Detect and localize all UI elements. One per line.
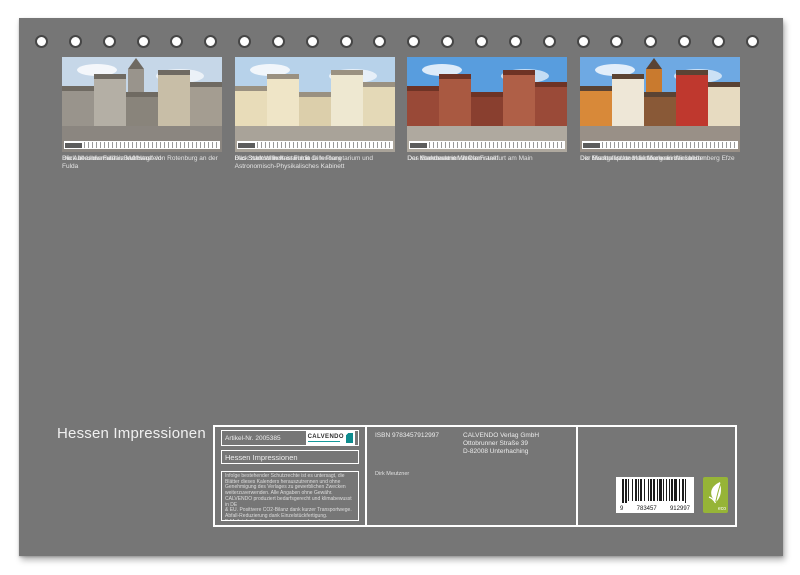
publisher-address: CALVENDO Verlag GmbH Ottobrunner Straße … <box>463 432 539 455</box>
calvendo-logo-book-icon <box>346 433 353 443</box>
thumbnail-grid: Der Lullusbrunnen in Bad Hersfeld Blick … <box>62 57 740 457</box>
calvendo-logo: CALVENDO <box>306 431 355 446</box>
thumbnail-caption: Die Alte Universität in Marburg <box>62 155 222 163</box>
barcode-digits: 9 783457 912997 <box>616 506 694 512</box>
calvendo-logo-tagline <box>308 441 341 443</box>
ean-barcode: 9 783457 912997 <box>616 477 694 513</box>
date-strip-days <box>84 142 219 148</box>
thumbnail-date-strip <box>409 141 565 149</box>
author-name: Dirk Meutzner <box>375 471 568 477</box>
publisher-street: Ottobrunner Straße 39 <box>463 440 539 448</box>
punch-hole <box>137 35 150 48</box>
punch-hole <box>746 35 759 48</box>
article-number: Artikel-Nr. 2005385 <box>225 435 281 442</box>
date-strip-month-label <box>238 143 255 148</box>
isbn-publisher-column: ISBN 9783457912997 CALVENDO Verlag GmbH … <box>367 427 578 525</box>
thumbnail-photo <box>407 57 567 152</box>
thumbnail-row: Die Alte Universität in Marburg Das Schl… <box>62 57 740 170</box>
barcode-digit-group: 783457 <box>637 506 657 512</box>
punch-hole <box>373 35 386 48</box>
punch-hole <box>678 35 691 48</box>
product-info-column: Artikel-Nr. 2005385 CALVENDO Hessen Impr… <box>215 427 367 525</box>
article-number-box: Artikel-Nr. 2005385 CALVENDO <box>221 430 359 446</box>
punch-hole <box>69 35 82 48</box>
punch-hole <box>509 35 522 48</box>
punch-hole <box>272 35 285 48</box>
date-strip-month-label <box>583 143 600 148</box>
calendar-thumbnail: Der Bischofsplatz in Limburg an der Lahn <box>580 57 740 170</box>
date-strip-days <box>257 142 392 148</box>
calendar-thumbnail: Die Alte Universität in Marburg <box>62 57 222 170</box>
publisher-info-box: Artikel-Nr. 2005385 CALVENDO Hessen Impr… <box>213 425 737 527</box>
date-strip-days <box>429 142 564 148</box>
publisher-name: CALVENDO Verlag GmbH <box>463 432 539 440</box>
publisher-city: D-82008 Unterhaching <box>463 448 539 456</box>
punch-hole <box>644 35 657 48</box>
leaf-icon <box>705 479 726 507</box>
thumbnail-date-strip <box>64 141 220 149</box>
thumbnail-photo <box>580 57 740 152</box>
thumbnail-date-strip <box>582 141 738 149</box>
punch-hole <box>610 35 623 48</box>
date-strip-month-label <box>65 143 82 148</box>
punch-hole <box>306 35 319 48</box>
date-strip-month-label <box>410 143 427 148</box>
punch-hole <box>340 35 353 48</box>
thumbnail-caption: Das Schloss in Kassel mit dem Planetariu… <box>235 155 395 170</box>
punch-hole <box>238 35 251 48</box>
isbn-number: ISBN 9783457912997 <box>375 432 463 455</box>
thumbnail-photo <box>62 57 222 152</box>
date-strip-days <box>602 142 737 148</box>
calendar-back-page: Der Lullusbrunnen in Bad Hersfeld Blick … <box>19 18 783 556</box>
barcode-column: 9 783457 912997 eco <box>578 427 735 525</box>
product-title-box: Hessen Impressionen <box>221 450 359 464</box>
punch-hole <box>441 35 454 48</box>
punch-hole <box>712 35 725 48</box>
thumbnail-date-strip <box>237 141 393 149</box>
eco-logo: eco <box>703 477 728 513</box>
calendar-thumbnail: Das Standesamt Mitte in Frankfurt am Mai… <box>407 57 567 170</box>
calendar-title: Hessen Impressionen <box>57 425 206 442</box>
barcode-digit-group: 912997 <box>670 506 690 512</box>
binding-punch-holes <box>35 35 759 48</box>
legal-line: E-Mail: info@calvendo.com • www.calvendo… <box>225 520 355 521</box>
legal-text-box: Infolge bestehender Schutzrechte ist es … <box>221 471 359 521</box>
thumbnail-caption: Der Bischofsplatz in Limburg an der Lahn <box>580 155 740 163</box>
punch-hole <box>543 35 556 48</box>
punch-hole <box>407 35 420 48</box>
barcode-bars <box>616 477 694 505</box>
eco-label: eco <box>718 506 726 512</box>
punch-hole <box>204 35 217 48</box>
punch-hole <box>35 35 48 48</box>
punch-hole <box>475 35 488 48</box>
thumbnail-caption: Das Standesamt Mitte in Frankfurt am Mai… <box>407 155 567 163</box>
thumbnail-photo <box>235 57 395 152</box>
punch-hole <box>170 35 183 48</box>
barcode-digit-group: 9 <box>620 506 623 512</box>
calvendo-logo-wordmark: CALVENDO <box>308 434 344 440</box>
punch-hole <box>577 35 590 48</box>
calendar-thumbnail: Das Schloss in Kassel mit dem Planetariu… <box>235 57 395 170</box>
punch-hole <box>103 35 116 48</box>
calvendo-logo-text-block: CALVENDO <box>308 434 344 442</box>
